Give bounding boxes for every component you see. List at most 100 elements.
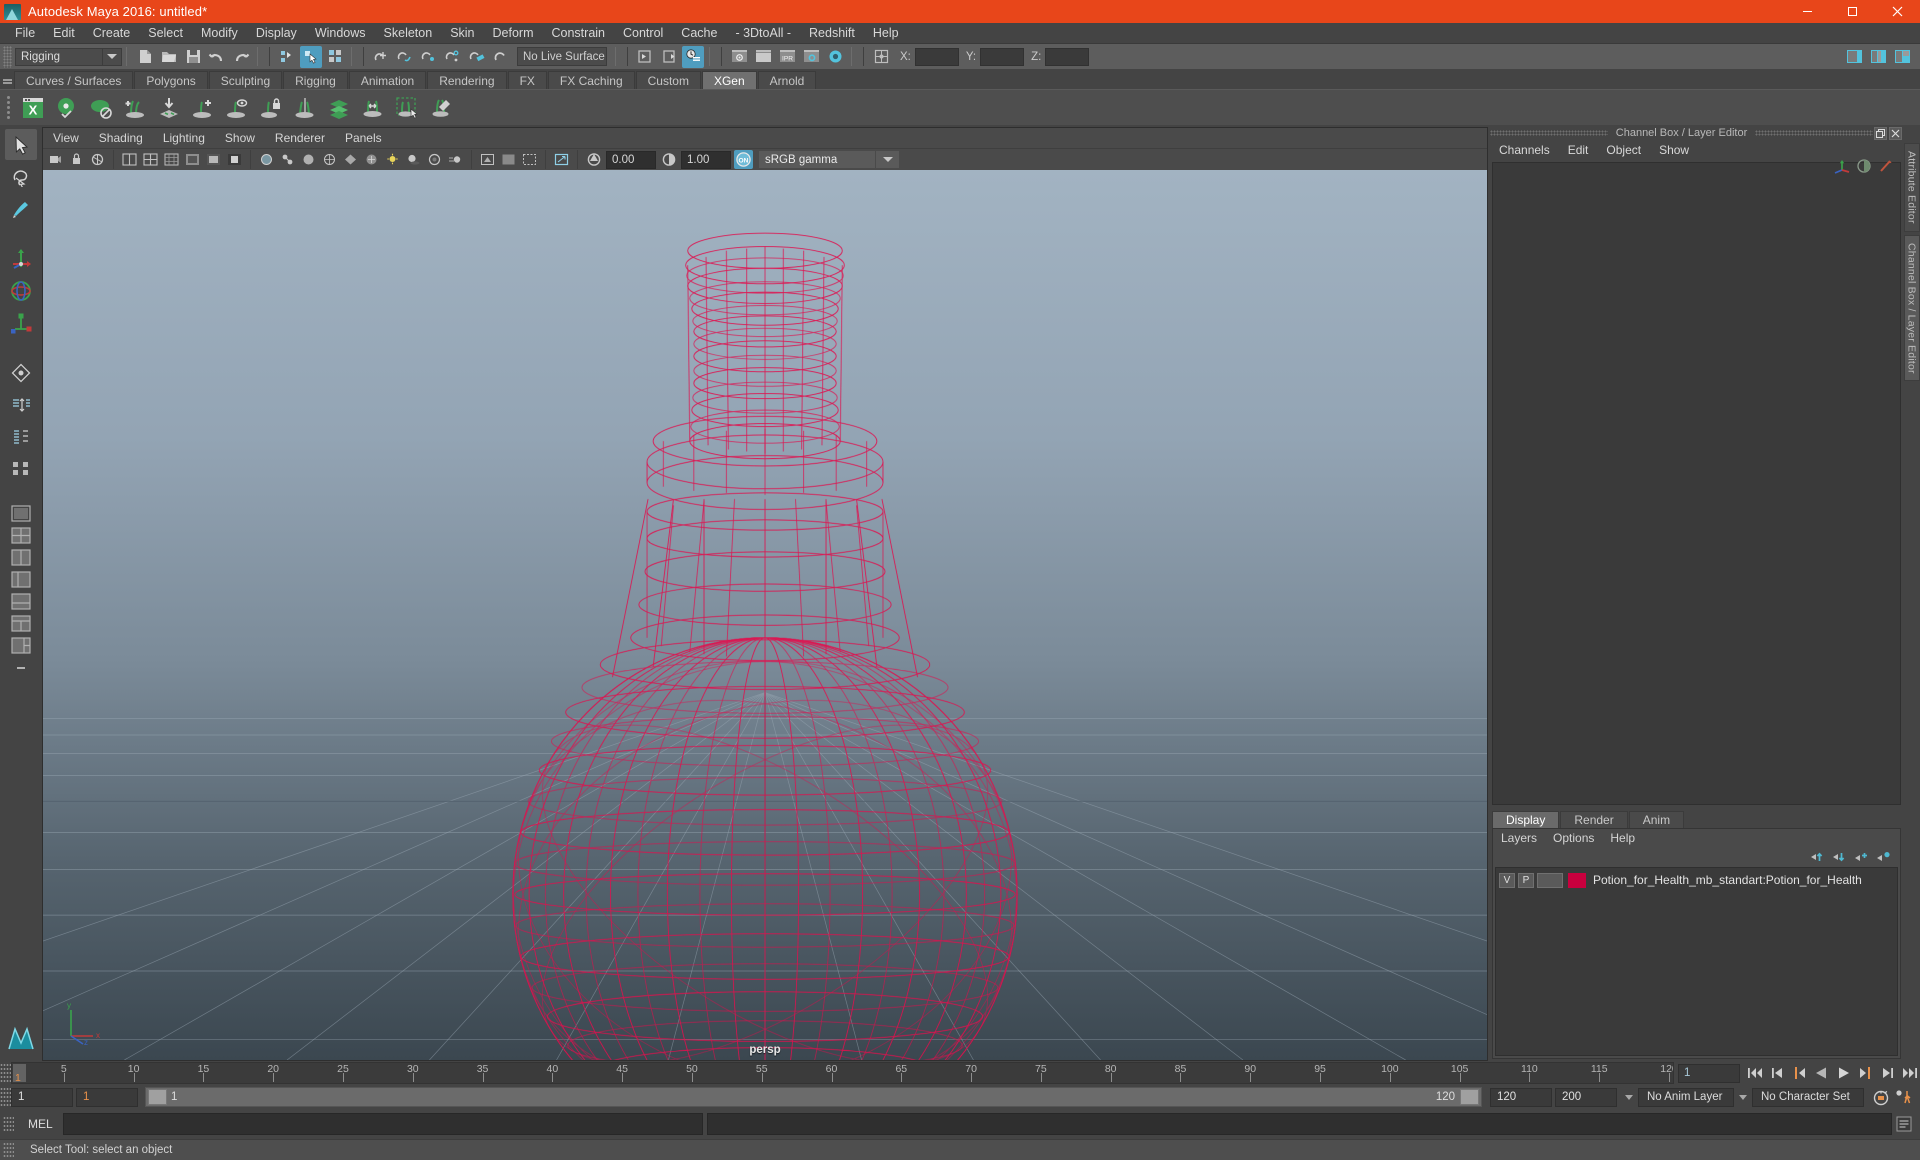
command-input-field[interactable]	[62, 1113, 703, 1135]
menu-set-selector[interactable]: Rigging	[15, 47, 103, 66]
ipr-render-icon[interactable]: IPR	[776, 46, 798, 68]
select-hierarchy-icon[interactable]	[276, 46, 298, 68]
menu-edit[interactable]: Edit	[44, 23, 84, 44]
channel-box-list[interactable]	[1492, 162, 1901, 805]
resolution-gate-icon[interactable]	[204, 150, 223, 169]
shelf-tab-sculpting[interactable]: Sculpting	[208, 71, 283, 89]
shelf-tab-animation[interactable]: Animation	[348, 71, 427, 89]
select-object-icon[interactable]	[300, 45, 322, 68]
play-forwards-icon[interactable]	[1832, 1063, 1854, 1083]
shelf-tab-fx-caching[interactable]: FX Caching	[547, 71, 635, 89]
script-editor-icon[interactable]	[1893, 1113, 1916, 1136]
xgen-place-guides-icon[interactable]	[154, 93, 184, 123]
xgen-select-guides-icon[interactable]	[392, 93, 422, 123]
time-slider[interactable]: 1 5 10 15 20 25 30 35 40 45 50 55 60 65 70 75 80 85 90 95 1…	[11, 1062, 1674, 1084]
shadows-icon[interactable]	[404, 150, 423, 169]
show-editor-icon[interactable]	[634, 46, 656, 68]
restore-panel-icon[interactable]	[1874, 126, 1887, 140]
layer-menu-help[interactable]: Help	[1602, 829, 1643, 847]
layer-playback-toggle[interactable]: P	[1518, 872, 1534, 888]
rotate-tool-icon[interactable]	[5, 275, 37, 306]
menu-constrain[interactable]: Constrain	[543, 23, 615, 44]
vertical-tab-channel-box[interactable]: Channel Box / Layer Editor	[1903, 234, 1920, 382]
menu-set-dropdown-arrow[interactable]	[103, 47, 122, 66]
channelbox-menu-object[interactable]: Object	[1597, 141, 1650, 160]
color-management-icon[interactable]: ON	[734, 150, 753, 169]
menu-file[interactable]: File	[6, 23, 44, 44]
move-layer-down-icon[interactable]	[1831, 849, 1848, 864]
menu-deform[interactable]: Deform	[484, 23, 543, 44]
menu-windows[interactable]: Windows	[306, 23, 375, 44]
xgen-editor-icon[interactable]: X	[18, 93, 48, 123]
render-settings-icon[interactable]	[800, 46, 822, 68]
hypershade-layout-icon[interactable]	[8, 613, 34, 634]
time-slider-grip[interactable]	[0, 1063, 11, 1083]
go-to-end-icon[interactable]	[1898, 1063, 1920, 1083]
last-tool-icon[interactable]	[5, 453, 37, 484]
undo-icon[interactable]	[206, 46, 228, 68]
shelf-tab-arnold[interactable]: Arnold	[757, 71, 817, 89]
scale-tool-icon[interactable]	[5, 307, 37, 338]
auto-keyframe-icon[interactable]	[1870, 1087, 1892, 1107]
color-profile-select[interactable]: sRGB gamma	[758, 150, 876, 169]
xray-icon[interactable]	[257, 150, 276, 169]
coord-z-field[interactable]	[1045, 47, 1090, 66]
range-slider-grip[interactable]	[0, 1087, 11, 1107]
menu-display[interactable]: Display	[247, 23, 306, 44]
exposure-icon[interactable]	[584, 150, 603, 169]
menu-3dtoall[interactable]: - 3DtoAll -	[726, 23, 800, 44]
character-set-select[interactable]: No Character Set	[1752, 1087, 1864, 1107]
color-profile-dropdown-arrow[interactable]	[876, 150, 900, 169]
menu-help[interactable]: Help	[864, 23, 908, 44]
shelf-tab-custom[interactable]: Custom	[635, 71, 701, 89]
open-scene-icon[interactable]	[158, 46, 180, 68]
sidebar-tool-icon[interactable]	[1867, 46, 1889, 68]
shelf-tab-fx[interactable]: FX	[507, 71, 547, 89]
viewport-menu-view[interactable]: View	[43, 128, 89, 148]
coord-x-field[interactable]	[914, 47, 959, 66]
lock-camera-icon[interactable]	[67, 150, 86, 169]
layer-color-swatch[interactable]	[1568, 872, 1586, 888]
snap-grid-icon[interactable]	[370, 46, 392, 68]
3d-viewport[interactable]: x y z persp	[43, 170, 1487, 1060]
flat-shade-icon[interactable]	[341, 150, 360, 169]
panel-drag-dots-left[interactable]	[1490, 130, 1608, 136]
universal-manipulator-icon[interactable]	[5, 357, 37, 388]
two-pane-layout-icon[interactable]	[8, 547, 34, 568]
menu-control[interactable]: Control	[614, 23, 672, 44]
panel-snapshot-icon[interactable]	[552, 150, 571, 169]
menu-skeleton[interactable]: Skeleton	[375, 23, 442, 44]
sidebar-channel-icon[interactable]	[1891, 46, 1913, 68]
xgen-sculpt-guides-icon[interactable]	[426, 93, 456, 123]
channelbox-menu-show[interactable]: Show	[1650, 141, 1698, 160]
go-to-start-icon[interactable]	[1744, 1063, 1766, 1083]
status-bar-grip[interactable]	[3, 1141, 14, 1159]
snap-point-icon[interactable]	[418, 46, 440, 68]
film-gate-icon[interactable]	[183, 150, 202, 169]
select-component-icon[interactable]	[324, 46, 346, 68]
save-scene-icon[interactable]	[182, 46, 204, 68]
menu-modify[interactable]: Modify	[192, 23, 247, 44]
bookmark-layout-icon[interactable]	[8, 657, 34, 678]
play-backwards-icon[interactable]	[1810, 1063, 1832, 1083]
anim-layer-dropdown-arrow[interactable]	[1620, 1088, 1638, 1107]
new-scene-icon[interactable]	[134, 46, 156, 68]
character-set-dropdown-arrow[interactable]	[1734, 1088, 1752, 1107]
close-button[interactable]	[1875, 0, 1920, 23]
snap-curve-icon[interactable]	[394, 46, 416, 68]
viewport-menu-show[interactable]: Show	[215, 128, 265, 148]
lighting-icon[interactable]	[383, 150, 402, 169]
render-sequence-icon[interactable]	[752, 46, 774, 68]
step-forward-frame-icon[interactable]	[1854, 1063, 1876, 1083]
depth-of-field-icon[interactable]	[499, 150, 518, 169]
current-frame-field[interactable]: 1	[1678, 1063, 1740, 1083]
persp-graph-layout-icon[interactable]	[8, 591, 34, 612]
viewport-menu-lighting[interactable]: Lighting	[153, 128, 215, 148]
range-end-field[interactable]: 120	[1490, 1087, 1552, 1107]
xgen-mirror-guides-icon[interactable]	[290, 93, 320, 123]
menu-create[interactable]: Create	[84, 23, 140, 44]
persp-outliner-layout-icon[interactable]	[8, 635, 34, 656]
shelf-tab-polygons[interactable]: Polygons	[134, 71, 208, 89]
four-view-layout-icon[interactable]	[8, 525, 34, 546]
single-perspective-layout-icon[interactable]	[8, 503, 34, 524]
